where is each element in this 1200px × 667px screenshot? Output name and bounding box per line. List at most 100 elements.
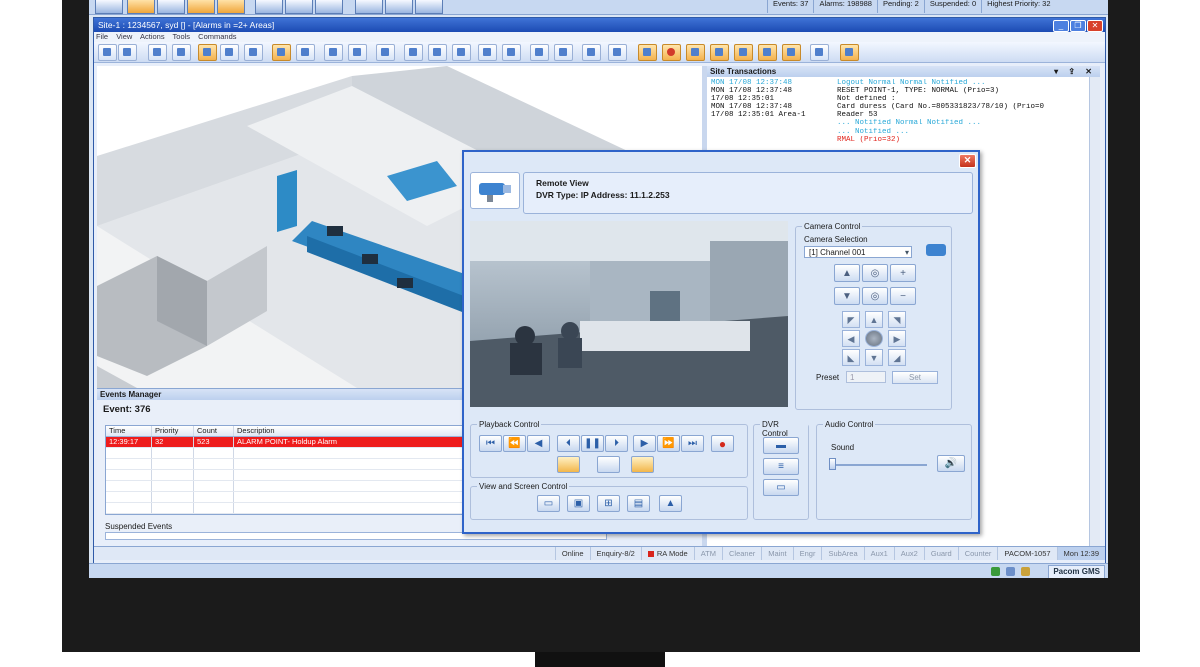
pan-down-right-button[interactable]: ◢ [888,349,906,366]
tool-button-3[interactable] [148,44,167,61]
window-title-bar[interactable]: Site-1 : 1234567, syd [] - [Alarms in =2… [94,18,1105,32]
pan-up-right-button[interactable]: ◥ [888,311,906,328]
site-button[interactable] [157,0,185,14]
network-icon[interactable] [991,567,1000,576]
dvr-setup-button[interactable]: ▬ [763,437,799,454]
multi-view-button[interactable]: ▤ [627,495,650,512]
tool-button-7[interactable] [244,44,263,61]
tile-button[interactable] [415,0,443,14]
record-button[interactable]: ● [711,435,734,452]
tool-button-8[interactable] [272,44,291,61]
pan-right-button[interactable]: ▶ [888,330,906,347]
iris-close-button[interactable]: − [890,287,916,305]
single-view-button[interactable]: ▭ [537,495,560,512]
tool-button-2[interactable] [118,44,137,61]
col-priority[interactable]: Priority [152,426,194,436]
preset-select[interactable]: 1 [846,371,886,383]
cascade-button[interactable] [385,0,413,14]
dvr-monitor-button[interactable]: ▭ [763,479,799,496]
fast-rewind-button[interactable]: ⏪ [503,435,526,452]
tool-button-5[interactable] [198,44,217,61]
tool-button-15[interactable] [452,44,471,61]
close-button[interactable]: ✕ [1087,20,1103,32]
camera-select[interactable]: [1] Channel 001 [804,246,912,259]
lightning-button[interactable] [217,0,245,14]
tool-button-17[interactable] [502,44,521,61]
pause-button[interactable]: ❚❚ [581,435,604,452]
events-button[interactable] [187,0,215,14]
pan-up-button[interactable]: ▲ [865,311,883,328]
fast-forward-button[interactable]: ⏩ [657,435,680,452]
tool-button-22[interactable] [638,44,657,61]
tool-button-29[interactable] [810,44,829,61]
tool-button-14[interactable] [428,44,447,61]
skip-start-button[interactable]: ⏮ [479,435,502,452]
step-back-button[interactable]: ⏴ [557,435,580,452]
col-time[interactable]: Time [106,426,152,436]
globe-button[interactable] [95,0,123,14]
close-icon[interactable]: ✕ [959,154,976,168]
tool-button-19[interactable] [554,44,573,61]
monitor-icon[interactable] [1006,567,1015,576]
tool-button-9[interactable] [296,44,315,61]
tool-button-11[interactable] [348,44,367,61]
restore-button[interactable]: ❐ [1070,20,1086,32]
focus-far-button[interactable]: ◎ [862,264,888,282]
monitor-button[interactable] [255,0,283,14]
report-button[interactable] [315,0,343,14]
tool-button-28[interactable] [782,44,801,61]
menu-file[interactable]: File [96,32,108,41]
tool-button-20[interactable] [582,44,601,61]
sound-slider-thumb[interactable] [829,458,836,470]
tool-button-4[interactable] [172,44,191,61]
camera-video-feed[interactable] [470,221,788,407]
snapshot-button[interactable]: ▲ [659,495,682,512]
zoom-in-button[interactable]: ▲ [834,264,860,282]
menu-view[interactable]: View [116,32,132,41]
open-folder-button[interactable] [631,456,654,473]
camera-button[interactable] [285,0,313,14]
play-button[interactable]: ▶ [633,435,656,452]
panel-controls[interactable]: ▾ ⇪ ✕ [1054,66,1096,77]
tool-button-27[interactable] [758,44,777,61]
tool-button-24[interactable] [686,44,705,61]
export-button[interactable] [557,456,580,473]
speaker-icon[interactable] [1021,567,1030,576]
tool-button-21[interactable] [608,44,627,61]
tool-button-18[interactable] [530,44,549,61]
pan-down-button[interactable]: ▼ [865,349,883,366]
fullscreen-button[interactable]: ▣ [567,495,590,512]
tool-button-25[interactable] [710,44,729,61]
menu-commands[interactable]: Commands [198,32,236,41]
menu-tools[interactable]: Tools [173,32,191,41]
step-forward-button[interactable]: ⏵ [605,435,628,452]
iris-open-button[interactable]: + [890,264,916,282]
pan-home-button[interactable] [865,330,883,347]
tool-button-6[interactable] [220,44,239,61]
tool-button-26[interactable] [734,44,753,61]
sound-slider-track[interactable] [829,464,927,466]
rewind-button[interactable]: ◀ [527,435,550,452]
col-count[interactable]: Count [194,426,234,436]
tool-button-12[interactable] [376,44,395,61]
tool-button-23[interactable] [662,44,681,61]
tool-button-16[interactable] [478,44,497,61]
pan-up-left-button[interactable]: ◤ [842,311,860,328]
tool-button-30[interactable] [840,44,859,61]
search-footage-button[interactable] [597,456,620,473]
tool-button-1[interactable] [98,44,117,61]
preset-set-button[interactable]: Set [892,371,938,384]
minimize-button[interactable]: _ [1053,20,1069,32]
dvr-list-button[interactable]: ≡ [763,458,799,475]
quad-view-button[interactable]: ⊞ [597,495,620,512]
menu-actions[interactable]: Actions [140,32,165,41]
tool-button-13[interactable] [404,44,423,61]
tool-button-10[interactable] [324,44,343,61]
windows-button[interactable] [355,0,383,14]
focus-near-button[interactable]: ◎ [862,287,888,305]
zoom-out-button[interactable]: ▼ [834,287,860,305]
transactions-scrollbar[interactable] [1089,77,1100,546]
speaker-button[interactable]: 🔊 [937,455,965,472]
pan-left-button[interactable]: ◀ [842,330,860,347]
alarm-button[interactable] [127,0,155,14]
